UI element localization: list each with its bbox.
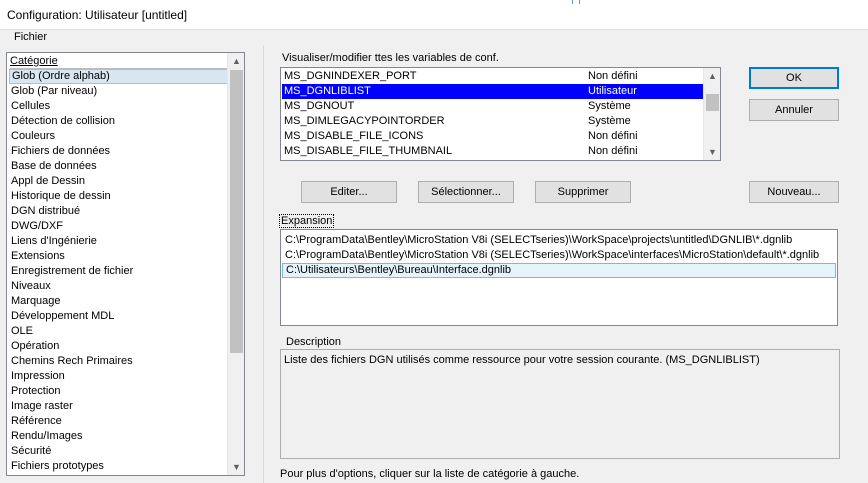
- new-button[interactable]: Nouveau...: [749, 181, 839, 203]
- scroll-thumb[interactable]: [230, 70, 243, 353]
- panel-divider[interactable]: [263, 46, 264, 483]
- category-item[interactable]: Marquage: [9, 294, 229, 309]
- description-title: Description: [286, 336, 342, 348]
- variables-scrollbar[interactable]: ▲ ▼: [703, 68, 720, 160]
- variables-list[interactable]: MS_DGNINDEXER_PORT Non défini MS_DGNLIBLIS…: [280, 67, 721, 161]
- category-item[interactable]: Détection de collision: [9, 114, 229, 129]
- category-item[interactable]: Fichiers de données: [9, 144, 229, 159]
- description-text: Liste des fichiers DGN utilisés comme re…: [284, 354, 760, 366]
- variable-row[interactable]: MS_DISABLE_FILE_THUMBNAIL Non défini: [282, 144, 703, 159]
- category-item[interactable]: Chemins Rech Primaires: [9, 354, 229, 369]
- category-item[interactable]: Appl de Dessin: [9, 174, 229, 189]
- cancel-button[interactable]: Annuler: [749, 99, 839, 121]
- expansion-title: Expansion: [279, 214, 335, 228]
- category-item[interactable]: Niveaux: [9, 279, 229, 294]
- variable-row[interactable]: MS_DGNLIBLIST Utilisateur: [282, 84, 703, 99]
- variable-row[interactable]: MS_DGNOUT Système: [282, 99, 703, 114]
- variable-level: Utilisateur: [588, 85, 637, 97]
- category-item[interactable]: Fichiers prototypes: [9, 459, 229, 474]
- category-item[interactable]: Développement MDL: [9, 309, 229, 324]
- expansion-list[interactable]: C:\ProgramData\Bentley\MicroStation V8i …: [280, 229, 838, 326]
- scroll-thumb[interactable]: [706, 94, 719, 111]
- category-list[interactable]: Catégorie Glob (Ordre alphab) Glob (Par n…: [6, 52, 245, 476]
- variable-name: MS_DISABLE_FILE_ICONS: [284, 130, 424, 142]
- variable-name: MS_DGNOUT: [284, 100, 355, 112]
- scroll-down-icon[interactable]: ▼: [704, 144, 721, 160]
- expansion-row[interactable]: C:\ProgramData\Bentley\MicroStation V8i …: [282, 233, 836, 248]
- variable-level: Non défini: [588, 145, 638, 157]
- category-item[interactable]: Sécurité: [9, 444, 229, 459]
- variable-level: Non défini: [588, 70, 638, 82]
- scroll-down-icon[interactable]: ▼: [228, 459, 245, 475]
- category-items: Glob (Ordre alphab) Glob (Par niveau) Cell…: [9, 69, 229, 474]
- menu-fichier[interactable]: Fichier: [14, 31, 47, 43]
- expansion-row[interactable]: C:\Utilisateurs\Bentley\Bureau\Interface…: [282, 263, 836, 278]
- expansion-group: C:\ProgramData\Bentley\MicroStation V8i …: [278, 214, 840, 327]
- footer-hint: Pour plus d'options, cliquer sur la list…: [280, 468, 580, 480]
- category-item[interactable]: Protection: [9, 384, 229, 399]
- category-item[interactable]: Enregistrement de fichier: [9, 264, 229, 279]
- category-item[interactable]: Historique de dessin: [9, 189, 229, 204]
- category-item[interactable]: Cellules: [9, 99, 229, 114]
- scroll-up-icon[interactable]: ▲: [228, 53, 245, 69]
- category-item[interactable]: Glob (Ordre alphab): [9, 69, 229, 84]
- variable-row[interactable]: MS_DISABLE_FILE_ICONS Non défini: [282, 129, 703, 144]
- variable-row[interactable]: MS_DIMLEGACYPOINTORDER Système: [282, 114, 703, 129]
- category-item[interactable]: Liens d'Ingénierie: [9, 234, 229, 249]
- category-item[interactable]: Extensions: [9, 249, 229, 264]
- variable-row[interactable]: MS_DGNINDEXER_PORT Non défini: [282, 69, 703, 84]
- description-box: Liste des fichiers DGN utilisés comme re…: [280, 349, 840, 459]
- variable-name: MS_DISABLE_FILE_THUMBNAIL: [284, 145, 453, 157]
- category-item[interactable]: Référence: [9, 414, 229, 429]
- variable-level: Système: [588, 100, 631, 112]
- variable-name: MS_DGNLIBLIST: [284, 85, 371, 97]
- menu-bar: Fichier: [0, 30, 868, 46]
- category-item[interactable]: DWG/DXF: [9, 219, 229, 234]
- category-item[interactable]: Rendu/Images: [9, 429, 229, 444]
- title-bar: Configuration: Utilisateur [untitled]: [0, 0, 868, 30]
- ok-button[interactable]: OK: [749, 67, 839, 89]
- category-item[interactable]: Couleurs: [9, 129, 229, 144]
- variables-label: Visualiser/modifier ttes les variables d…: [282, 52, 499, 64]
- title-bar-decoration: [572, 0, 580, 4]
- category-scrollbar[interactable]: ▲ ▼: [227, 53, 244, 475]
- variable-name: MS_DIMLEGACYPOINTORDER: [284, 115, 445, 127]
- delete-button[interactable]: Supprimer: [535, 181, 631, 203]
- category-item[interactable]: Base de données: [9, 159, 229, 174]
- edit-button[interactable]: Editer...: [301, 181, 397, 203]
- window-title: Configuration: Utilisateur [untitled]: [7, 8, 188, 22]
- expansion-row[interactable]: C:\ProgramData\Bentley\MicroStation V8i …: [282, 248, 836, 263]
- category-header: Catégorie: [10, 55, 228, 69]
- scroll-up-icon[interactable]: ▲: [704, 68, 721, 84]
- category-item[interactable]: DGN distribué: [9, 204, 229, 219]
- category-item[interactable]: Impression: [9, 369, 229, 384]
- category-item[interactable]: Glob (Par niveau): [9, 84, 229, 99]
- category-item[interactable]: OLE: [9, 324, 229, 339]
- category-item[interactable]: Image raster: [9, 399, 229, 414]
- category-item[interactable]: Opération: [9, 339, 229, 354]
- variable-level: Système: [588, 115, 631, 127]
- variable-level: Non défini: [588, 130, 638, 142]
- select-button[interactable]: Sélectionner...: [418, 181, 514, 203]
- variable-name: MS_DGNINDEXER_PORT: [284, 70, 417, 82]
